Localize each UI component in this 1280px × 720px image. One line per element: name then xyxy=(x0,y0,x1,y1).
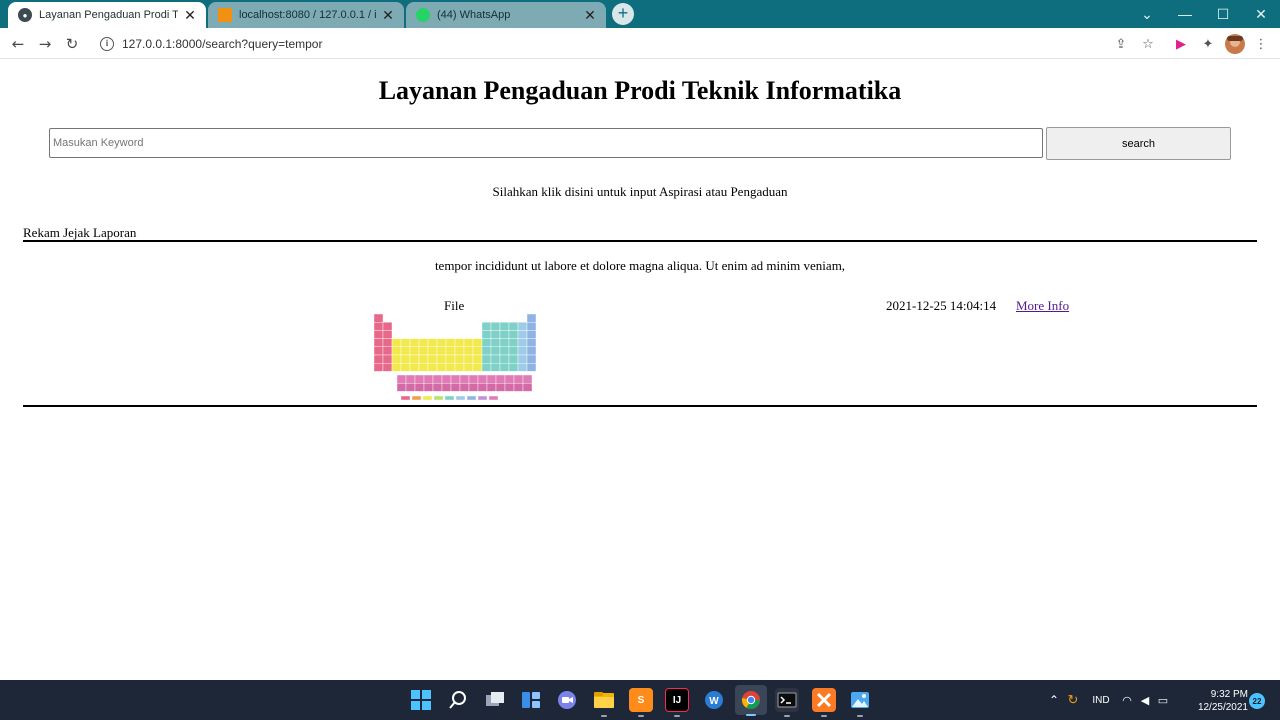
bookmark-star-icon[interactable]: ☆ xyxy=(1138,34,1158,54)
input-aspirasi-link[interactable]: Silahkan klik disini untuk input Aspiras… xyxy=(0,184,1280,200)
search-button[interactable]: search xyxy=(1046,127,1231,160)
maximize-icon[interactable]: ☐ xyxy=(1204,0,1242,28)
terminal-icon[interactable] xyxy=(775,688,799,712)
xampp-icon[interactable] xyxy=(812,688,836,712)
globe-icon: ● xyxy=(18,8,32,22)
tab-label: localhost:8080 / 127.0.0.1 / iva / xyxy=(239,9,376,21)
tab-label: Layanan Pengaduan Prodi Teknik xyxy=(39,9,178,21)
wifi-icon[interactable]: ◠ xyxy=(1118,694,1136,707)
report-attachment-image[interactable] xyxy=(373,313,539,403)
close-tab-icon[interactable]: ✕ xyxy=(582,7,598,23)
running-indicator xyxy=(674,715,680,717)
running-indicator xyxy=(821,715,827,717)
clock-time: 9:32 PM xyxy=(1210,689,1248,700)
close-tab-icon[interactable]: ✕ xyxy=(380,7,396,23)
tab-label: (44) WhatsApp xyxy=(437,9,511,21)
clock-date: 12/25/2021 xyxy=(1197,702,1248,713)
report-text: tempor incididunt ut labore et dolore ma… xyxy=(434,258,846,273)
report-date: 2021-12-25 14:04:14 xyxy=(886,298,997,313)
battery-icon[interactable]: ▭ xyxy=(1154,694,1172,707)
extension-play-icon[interactable]: ▶ xyxy=(1171,34,1191,54)
tab-whatsapp[interactable]: (44) WhatsApp ✕ xyxy=(406,2,606,28)
language-indicator[interactable]: IND xyxy=(1084,695,1118,706)
section-divider xyxy=(23,240,1257,242)
browser-menu-icon[interactable]: ⋮ xyxy=(1251,34,1271,54)
running-indicator xyxy=(638,715,644,717)
reload-icon[interactable]: ↻ xyxy=(60,32,84,56)
forward-icon[interactable]: → xyxy=(33,32,57,56)
widgets-icon[interactable] xyxy=(519,688,543,712)
close-tab-icon[interactable]: ✕ xyxy=(182,7,198,23)
profile-avatar[interactable] xyxy=(1225,34,1245,54)
chrome-icon[interactable] xyxy=(735,685,767,715)
file-explorer-icon[interactable] xyxy=(592,688,616,712)
tab-phpmyadmin[interactable]: localhost:8080 / 127.0.0.1 / iva / ✕ xyxy=(208,2,404,28)
running-indicator xyxy=(784,715,790,717)
section-title: Rekam Jejak Laporan xyxy=(23,225,137,240)
report-divider xyxy=(23,405,1257,407)
sublime-text-icon[interactable]: S xyxy=(629,688,653,712)
system-tray: ⌃ ↻ IND ◠ ◀ ▭ xyxy=(1046,680,1172,720)
word-icon[interactable]: W xyxy=(702,688,726,712)
svg-text:W: W xyxy=(709,696,719,707)
intellij-icon[interactable]: IJ xyxy=(665,688,689,712)
notification-badge[interactable]: 22 xyxy=(1249,693,1265,709)
search-input[interactable] xyxy=(49,128,1043,158)
phpmyadmin-icon xyxy=(218,8,232,22)
close-window-icon[interactable]: ✕ xyxy=(1242,0,1280,28)
browser-toolbar: ← → ↻ i 127.0.0.1:8000/search?query=temp… xyxy=(0,28,1280,59)
share-icon[interactable]: ⇪ xyxy=(1111,34,1131,54)
extensions-puzzle-icon[interactable]: ✦ xyxy=(1198,34,1218,54)
tab-layanan-pengaduan[interactable]: ● Layanan Pengaduan Prodi Teknik ✕ xyxy=(8,2,206,28)
whatsapp-icon xyxy=(416,8,430,22)
new-tab-button[interactable]: + xyxy=(612,3,634,25)
tab-search-icon[interactable]: ⌄ xyxy=(1128,0,1166,28)
taskbar-clock[interactable]: 9:32 PM 12/25/2021 xyxy=(1190,688,1248,714)
teams-chat-icon[interactable] xyxy=(555,688,579,712)
active-indicator xyxy=(746,714,756,716)
task-view-icon[interactable] xyxy=(483,688,507,712)
site-info-icon[interactable]: i xyxy=(100,36,114,51)
page-title: Layanan Pengaduan Prodi Teknik Informati… xyxy=(378,76,902,105)
running-indicator xyxy=(857,715,863,717)
back-icon[interactable]: ← xyxy=(6,32,30,56)
search-icon[interactable] xyxy=(446,688,470,712)
update-icon[interactable]: ↻ xyxy=(1062,692,1084,708)
address-bar[interactable]: i 127.0.0.1:8000/search?query=tempor xyxy=(90,31,1170,56)
url-text: 127.0.0.1:8000/search?query=tempor xyxy=(122,36,323,51)
file-label: File xyxy=(444,298,465,313)
show-hidden-icons-icon[interactable]: ⌃ xyxy=(1046,693,1062,707)
browser-tab-strip: ● Layanan Pengaduan Prodi Teknik ✕ local… xyxy=(0,0,1280,28)
more-info-link[interactable]: More Info xyxy=(1016,298,1069,314)
minimize-icon[interactable]: — xyxy=(1166,0,1204,28)
volume-icon[interactable]: ◀ xyxy=(1136,694,1154,707)
running-indicator xyxy=(601,715,607,717)
photos-icon[interactable] xyxy=(848,688,872,712)
windows-start-icon[interactable] xyxy=(409,688,433,712)
